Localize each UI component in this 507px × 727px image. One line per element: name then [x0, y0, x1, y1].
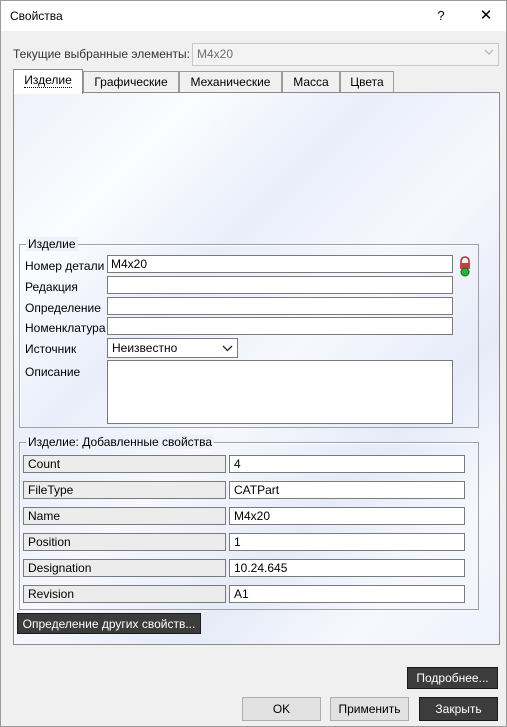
lock-status-icon[interactable]	[458, 255, 472, 277]
help-button[interactable]: ?	[431, 6, 451, 26]
source-select-value: Неизвестно	[112, 341, 178, 355]
property-value-cell[interactable]: CATPart	[229, 481, 465, 499]
part-number-field[interactable]: M4x20	[107, 255, 453, 273]
description-field[interactable]	[107, 360, 453, 424]
close-window-button[interactable]: ✕	[475, 6, 497, 26]
chevron-down-icon	[222, 345, 233, 352]
apply-button[interactable]: Применить	[330, 697, 409, 721]
source-label: Источник	[25, 342, 77, 356]
tab-mechanical[interactable]: Механические	[179, 71, 282, 93]
tab-mass[interactable]: Масса	[282, 71, 340, 93]
tab-graphics[interactable]: Графические	[83, 71, 179, 93]
property-value-cell[interactable]: 4	[229, 455, 465, 473]
property-name-cell: Count	[23, 455, 226, 473]
definition-field[interactable]	[107, 297, 453, 315]
revision-field[interactable]	[107, 276, 453, 294]
property-name-cell: Revision	[23, 585, 226, 603]
dialog-title: Свойства	[10, 9, 63, 23]
selected-elements-label: Текущие выбранные элементы:	[13, 47, 190, 61]
definition-label: Определение	[25, 301, 101, 315]
revision-label: Редакция	[25, 280, 78, 294]
selected-elements-value: M4x20	[197, 47, 234, 61]
define-other-properties-button[interactable]: Определение других свойств...	[17, 613, 201, 634]
part-number-label: Номер детали	[25, 259, 105, 273]
selected-elements-combo[interactable]: M4x20	[192, 43, 499, 66]
property-name-cell: Designation	[23, 559, 226, 577]
title-bar: Свойства ? ✕	[1, 1, 506, 31]
property-value-cell[interactable]: 1	[229, 533, 465, 551]
close-button[interactable]: Закрыть	[419, 697, 498, 721]
tab-product[interactable]: Изделие	[13, 69, 83, 94]
property-value-cell[interactable]: A1	[229, 585, 465, 603]
property-name-cell: Name	[23, 507, 226, 525]
more-button[interactable]: Подробнее...	[407, 667, 498, 689]
property-value-cell[interactable]: M4x20	[229, 507, 465, 525]
properties-dialog: Свойства ? ✕ Текущие выбранные элементы:…	[0, 0, 507, 727]
source-select[interactable]: Неизвестно	[107, 338, 238, 358]
chevron-down-icon	[484, 49, 494, 55]
nomenclature-label: Номенклатура	[25, 321, 106, 335]
property-name-cell: Position	[23, 533, 226, 551]
property-value-cell[interactable]: 10.24.645	[229, 559, 465, 577]
description-label: Описание	[25, 365, 81, 379]
nomenclature-field[interactable]	[107, 317, 453, 335]
added-properties-legend: Изделие: Добавленные свойства	[26, 435, 215, 449]
property-name-cell: FileType	[23, 481, 226, 499]
product-group-legend: Изделие	[26, 237, 78, 251]
ok-button[interactable]: OK	[242, 697, 321, 721]
tab-colors[interactable]: Цвета	[340, 71, 394, 93]
